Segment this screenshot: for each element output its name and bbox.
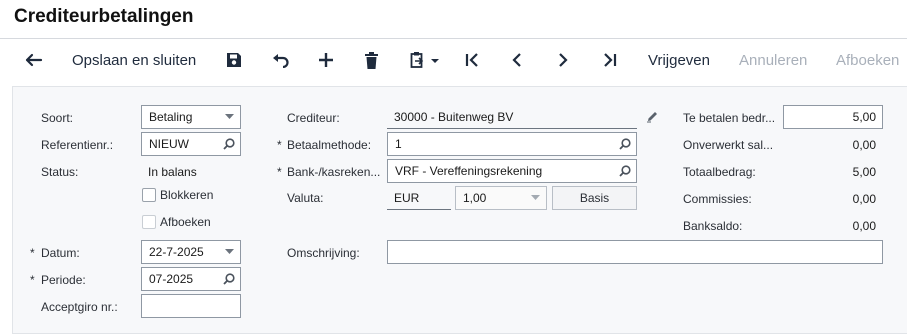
referentie-value: NIEUW <box>149 137 189 151</box>
te-betalen-field[interactable]: 5,00 <box>783 105 883 129</box>
chevron-left-icon[interactable] <box>511 42 523 78</box>
blokkeren-checkbox[interactable] <box>142 188 156 202</box>
release-button[interactable]: Vrijgeven <box>648 42 710 78</box>
periode-label: Periode: <box>41 273 86 287</box>
datum-value: 22-7-2025 <box>149 245 204 259</box>
totaalbedrag-label: Totaalbedrag: <box>683 165 756 179</box>
status-label: Status: <box>41 165 79 179</box>
referentie-label: Referentienr.: <box>41 138 114 152</box>
omschrijving-label: Omschrijving: <box>287 246 360 260</box>
required-marker: * <box>277 138 282 152</box>
first-record-icon[interactable] <box>465 42 479 78</box>
soort-label: Soort: <box>41 111 74 125</box>
acceptgiro-field[interactable] <box>141 294 241 318</box>
chevron-down-icon[interactable] <box>218 241 240 263</box>
referentie-field[interactable]: NIEUW <box>141 132 241 156</box>
cancel-button[interactable]: Annuleren <box>739 42 807 78</box>
title-divider <box>0 38 907 39</box>
te-betalen-value: 5,00 <box>852 110 876 124</box>
blokkeren-label: Blokkeren <box>160 188 214 202</box>
floppy-disk-icon[interactable] <box>226 42 242 78</box>
betaalmethode-field[interactable]: 1 <box>387 132 637 156</box>
chevron-right-icon[interactable] <box>557 42 569 78</box>
clipboard-dropdown-icon[interactable] <box>410 42 440 78</box>
onverwerkt-label: Onverwerkt sal... <box>683 138 774 152</box>
bank-value: VRF - Vereffeningsrekening <box>395 164 543 178</box>
trash-icon[interactable] <box>364 42 379 78</box>
valuta-code-field[interactable]: EUR <box>387 186 451 210</box>
datum-field[interactable]: 22-7-2025 <box>141 240 241 264</box>
periode-field[interactable]: 07-2025 <box>141 267 241 291</box>
banksaldo-label: Banksaldo: <box>683 219 743 233</box>
page-title: Crediteurbetalingen <box>14 6 194 27</box>
betaalmethode-value: 1 <box>395 137 402 151</box>
commissies-label: Commissies: <box>683 192 752 206</box>
crediteur-label: Crediteur: <box>287 111 340 125</box>
te-betalen-label: Te betalen bedr... <box>683 111 776 125</box>
search-icon[interactable] <box>218 133 240 155</box>
crediteur-field[interactable]: 30000 - Buitenweg BV <box>387 105 637 129</box>
bank-label: Bank-/kasreken... <box>287 165 381 179</box>
required-marker: * <box>277 165 282 179</box>
last-record-icon[interactable] <box>603 42 617 78</box>
pencil-icon[interactable] <box>646 110 659 128</box>
omschrijving-field[interactable] <box>387 240 883 264</box>
save-and-close-button[interactable]: Opslaan en sluiten <box>72 42 196 78</box>
chevron-down-icon <box>524 187 546 209</box>
onverwerkt-value: 0,00 <box>852 138 876 152</box>
afboeken-checkbox[interactable] <box>142 215 156 229</box>
crediteur-value: 30000 - Buitenweg BV <box>394 109 514 124</box>
chevron-down-icon <box>218 106 240 128</box>
commissies-value: 0,00 <box>852 192 876 206</box>
periode-value: 07-2025 <box>149 272 194 286</box>
toolbar: Opslaan en sluiten Vrijgeven Annuleren A… <box>0 42 907 78</box>
betaalmethode-label: Betaalmethode: <box>287 138 372 152</box>
acceptgiro-label: Acceptgiro nr.: <box>41 300 118 314</box>
back-icon[interactable] <box>24 42 44 78</box>
valuta-rate: 1,00 <box>463 191 487 205</box>
soort-value: Betaling <box>149 110 193 124</box>
search-icon[interactable] <box>614 133 636 155</box>
undo-icon[interactable] <box>272 42 290 78</box>
search-icon[interactable] <box>218 268 240 290</box>
valuta-code: EUR <box>394 190 420 205</box>
plus-icon[interactable] <box>318 42 334 78</box>
valuta-label: Valuta: <box>287 191 324 205</box>
datum-label: Datum: <box>41 246 80 260</box>
soort-select[interactable]: Betaling <box>141 105 241 129</box>
afboeken-label: Afboeken <box>160 215 211 229</box>
valuta-rate-select[interactable]: 1,00 <box>455 186 547 210</box>
banksaldo-value: 0,00 <box>852 219 876 233</box>
totaalbedrag-value: 5,00 <box>852 165 876 179</box>
required-marker: * <box>30 246 35 260</box>
bank-field[interactable]: VRF - Vereffeningsrekening <box>387 159 637 183</box>
required-marker: * <box>30 273 35 287</box>
status-value: In balans <box>148 165 197 179</box>
post-button[interactable]: Afboeken <box>836 42 899 78</box>
search-icon[interactable] <box>614 160 636 182</box>
basis-button[interactable]: Basis <box>552 186 637 210</box>
